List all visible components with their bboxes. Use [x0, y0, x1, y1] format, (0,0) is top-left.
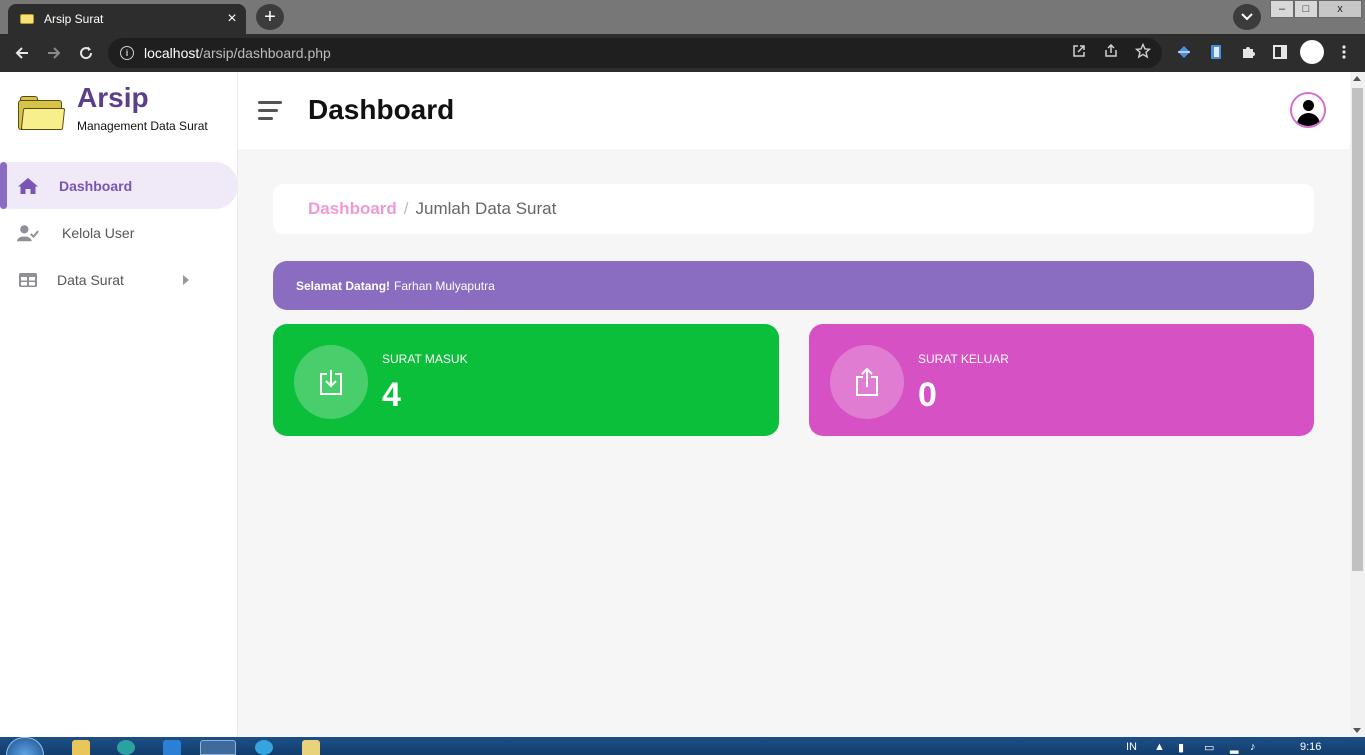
page-title: Dashboard — [308, 94, 455, 125]
chevron-down-icon — [1241, 13, 1253, 21]
folder-favicon-icon — [20, 14, 34, 24]
url-path: /arsip/dashboard.php — [199, 45, 331, 61]
user-avatar-icon[interactable] — [1290, 92, 1326, 128]
edge-browser-icon[interactable] — [117, 740, 135, 755]
network-icon[interactable]: ▮ — [1178, 741, 1184, 754]
windows-start-icon[interactable] — [6, 737, 44, 755]
welcome-greeting: Selamat Datang! — [296, 278, 391, 293]
tray-expand-icon[interactable]: ▲ — [1154, 741, 1165, 753]
tab-search-button[interactable] — [1233, 4, 1261, 30]
window-close-button[interactable]: x — [1318, 0, 1362, 18]
breadcrumb-current: Jumlah Data Surat — [415, 199, 557, 218]
reload-button[interactable] — [74, 41, 98, 65]
telegram-icon[interactable] — [255, 740, 273, 755]
sidebar: Arsip Management Data Surat Dashboard Ke… — [0, 72, 238, 737]
window-minimize-button[interactable]: – — [1270, 0, 1294, 18]
welcome-banner: Selamat Datang! Farhan Mulyaputra — [273, 261, 1314, 310]
sidebar-menu: Dashboard Kelola User Data Surat — [0, 162, 238, 303]
forward-button[interactable] — [42, 41, 66, 65]
card-label: SURAT KELUAR — [918, 352, 1009, 366]
scrollbar-thumb[interactable] — [1352, 88, 1363, 571]
file-explorer-icon[interactable] — [72, 740, 90, 755]
vscode-icon[interactable] — [163, 740, 181, 755]
window-maximize-button[interactable]: □ — [1294, 0, 1318, 18]
home-icon — [17, 176, 39, 196]
card-label: SURAT MASUK — [382, 352, 468, 366]
browser-tab[interactable]: Arsip Surat × — [8, 4, 246, 34]
clock[interactable]: 9:16 — [1300, 741, 1321, 753]
address-bar[interactable]: i localhost/arsip/dashboard.php — [108, 38, 1162, 68]
extensions-puzzle-icon[interactable] — [1239, 43, 1257, 61]
side-panel-icon[interactable] — [1271, 43, 1289, 61]
reload-icon — [80, 46, 93, 60]
hamburger-menu-icon[interactable] — [258, 101, 282, 121]
tab-close-button[interactable]: × — [222, 9, 242, 29]
card-surat-keluar[interactable]: SURAT KELUAR 0 — [809, 324, 1314, 436]
profile-avatar-icon[interactable] — [1300, 40, 1324, 64]
folder-logo-icon — [18, 96, 66, 130]
welcome-user-name: Farhan Mulyaputra — [394, 278, 495, 293]
sidebar-item-label: Data Surat — [57, 271, 124, 288]
sidebar-item-dashboard[interactable]: Dashboard — [0, 162, 238, 209]
card-value: 4 — [382, 376, 401, 414]
arrow-left-icon — [15, 47, 28, 59]
page-scrollbar[interactable] — [1350, 72, 1365, 737]
brand-subtitle: Management Data Surat — [77, 119, 208, 133]
page-header: Dashboard — [238, 72, 1350, 149]
table-icon — [17, 270, 39, 290]
volume-icon[interactable]: ♪ — [1250, 741, 1256, 753]
breadcrumb-link-dashboard[interactable]: Dashboard — [308, 199, 397, 219]
sidebar-item-data-surat[interactable]: Data Surat — [0, 256, 238, 303]
extension-doc-icon[interactable] — [1207, 43, 1225, 61]
browser-toolbar: i localhost/arsip/dashboard.php — [0, 34, 1365, 72]
share-page-icon[interactable] — [1102, 42, 1120, 60]
caret-right-icon — [183, 274, 189, 285]
signal-icon[interactable]: ▂ — [1230, 741, 1238, 754]
scroll-down-icon[interactable] — [1353, 728, 1361, 733]
input-language[interactable]: IN — [1126, 741, 1137, 753]
sidebar-item-label: Kelola User — [62, 224, 135, 241]
tab-title: Arsip Surat — [44, 12, 104, 26]
breadcrumb: Dashboard / Jumlah Data Surat — [273, 184, 1314, 234]
browser-menu-icon[interactable] — [1335, 43, 1353, 61]
brand-logo[interactable]: Arsip Management Data Surat — [18, 82, 233, 142]
scroll-up-icon[interactable] — [1353, 76, 1361, 81]
brand-title: Arsip — [77, 82, 149, 113]
bookmark-star-icon[interactable] — [1134, 42, 1152, 60]
share-icon — [830, 345, 904, 419]
card-surat-masuk[interactable]: SURAT MASUK 4 — [273, 324, 779, 436]
arrow-right-icon — [48, 47, 61, 59]
browser-tab-strip: Arsip Surat × + – □ x — [0, 0, 1365, 34]
os-taskbar: IN ▲ ▮ ▭ ▂ ♪ 9:16 — [0, 737, 1365, 755]
battery-icon[interactable]: ▭ — [1204, 741, 1214, 754]
sidebar-item-label: Dashboard — [59, 177, 133, 194]
breadcrumb-separator: / — [403, 199, 409, 218]
card-value: 0 — [918, 376, 937, 414]
back-button[interactable] — [10, 41, 34, 65]
sidebar-item-kelola-user[interactable]: Kelola User — [0, 209, 238, 256]
open-in-app-icon[interactable] — [1070, 42, 1088, 60]
new-tab-button[interactable]: + — [256, 4, 284, 30]
site-info-icon[interactable]: i — [120, 46, 134, 60]
extension-diamond-icon[interactable] — [1175, 43, 1193, 61]
folder-taskbar-icon[interactable] — [302, 740, 320, 755]
chrome-taskbar-icon[interactable] — [200, 740, 236, 755]
url-host: localhost — [144, 45, 200, 61]
user-check-icon — [17, 223, 39, 243]
download-icon — [294, 345, 368, 419]
